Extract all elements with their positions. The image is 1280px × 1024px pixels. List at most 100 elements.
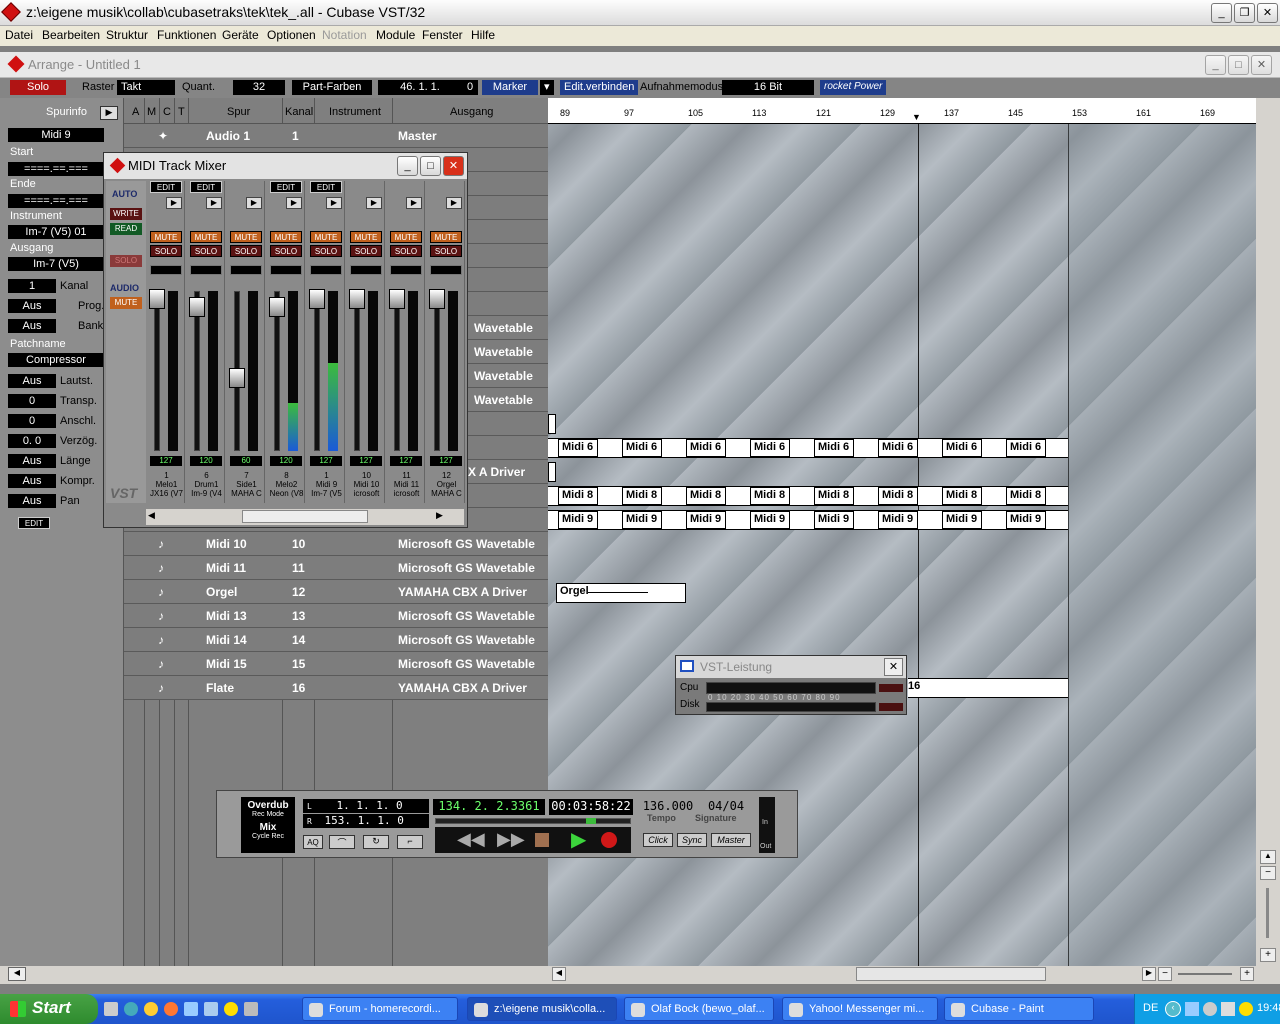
track-output[interactable]: Master (398, 129, 437, 143)
tray-expand-icon[interactable]: ‹ (1165, 1001, 1181, 1017)
taskbar-button[interactable]: Olaf Bock (bewo_olaf... (624, 997, 774, 1021)
track-output[interactable]: Microsoft GS Wavetable (398, 609, 535, 623)
part-midi9[interactable]: Midi 9 (686, 511, 726, 529)
strip-mute-button[interactable]: MUTE (270, 231, 302, 243)
aq-button[interactable]: AQ (303, 835, 323, 849)
quant-select[interactable]: 32 (233, 80, 285, 95)
track-output[interactable]: Wavetable (474, 369, 533, 383)
strip-edit-button[interactable]: EDIT (150, 181, 182, 193)
mixer-hscroll[interactable]: ◀ ▶ (146, 509, 464, 525)
sync-button[interactable]: Sync (677, 833, 707, 847)
taskbar-button[interactable]: Cubase - Paint (944, 997, 1094, 1021)
minimize-button[interactable]: _ (1211, 3, 1232, 23)
track-output[interactable]: Microsoft GS Wavetable (398, 537, 535, 551)
strip-edit-button[interactable]: EDIT (270, 181, 302, 193)
part-midi8[interactable]: Midi 8 (878, 487, 918, 505)
mixer-scroll-right-icon[interactable]: ▶ (436, 510, 443, 521)
position-display[interactable]: 46. 1. 1. (378, 80, 462, 95)
vst-close-button[interactable]: ✕ (884, 658, 903, 676)
pan-value[interactable]: Aus (8, 494, 56, 508)
strip-solo-button[interactable]: SOLO (310, 245, 342, 257)
track-name[interactable]: Midi 13 (206, 609, 247, 623)
edit-link-button[interactable]: Edit.verbinden (560, 80, 639, 95)
part-midi8[interactable]: Midi 8 (622, 487, 662, 505)
menu-struktur[interactable]: Struktur (106, 28, 148, 42)
strip-mute-button[interactable]: MUTE (310, 231, 342, 243)
position-slider[interactable] (435, 818, 631, 824)
strip-volume-value[interactable]: 127 (430, 456, 462, 466)
strip-volume-value[interactable]: 120 (270, 456, 302, 466)
track-name[interactable]: Orgel (206, 585, 237, 599)
strip-expand-icon[interactable]: ▶ (286, 197, 302, 209)
tray-network-icon[interactable] (1185, 1002, 1199, 1016)
master-button[interactable]: Master (711, 833, 751, 847)
restore-button[interactable]: ❐ (1234, 3, 1255, 23)
lautst-value[interactable]: Aus (8, 374, 56, 388)
strip-fader-handle[interactable] (149, 289, 165, 309)
solo-button[interactable]: Solo (10, 80, 66, 95)
strip-fader-handle[interactable] (229, 368, 245, 388)
position-slider-thumb[interactable] (586, 818, 596, 824)
strip-fader-handle[interactable] (349, 289, 365, 309)
transp-value[interactable]: 0 (8, 394, 56, 408)
hzoom-out-icon[interactable]: − (1158, 967, 1172, 981)
strip-fader-handle[interactable] (389, 289, 405, 309)
track-row[interactable]: ♪ Orgel 12 YAMAHA CBX A Driver (124, 580, 548, 604)
part-marker[interactable] (548, 462, 556, 482)
bank-value[interactable]: Aus (8, 319, 56, 333)
part-midi8[interactable]: Midi 8 (686, 487, 726, 505)
track-channel[interactable]: 14 (292, 633, 305, 647)
track-channel[interactable]: 13 (292, 609, 305, 623)
strip-mute-button[interactable]: MUTE (430, 231, 462, 243)
click-button[interactable]: Click (643, 833, 673, 847)
write-button[interactable]: WRITE (110, 208, 142, 220)
track-name[interactable]: Flate (206, 681, 234, 695)
part-midi8[interactable]: Midi 8 (1006, 487, 1046, 505)
part-midi6[interactable]: Midi 6 (814, 439, 854, 457)
track-row[interactable]: ♪ Midi 10 10 Microsoft GS Wavetable (124, 532, 548, 556)
strip-expand-icon[interactable]: ▶ (446, 197, 462, 209)
vzoom-slider[interactable] (1266, 888, 1269, 938)
song-time[interactable]: 00:03:58:22 (549, 799, 633, 815)
tempo-value[interactable]: 136.000 (639, 799, 697, 813)
info-output-value[interactable]: Im-7 (V5) (8, 257, 104, 271)
track-output[interactable]: Wavetable (474, 345, 533, 359)
left-locator-value[interactable]: 1. 1. 1. 0 (336, 799, 402, 812)
quicklaunch-app3-icon[interactable] (244, 1002, 258, 1016)
strip-pan-meter[interactable] (390, 265, 422, 275)
track-output[interactable]: Wavetable (474, 393, 533, 407)
strip-fader-track[interactable] (314, 291, 320, 451)
strip-expand-icon[interactable]: ▶ (166, 197, 182, 209)
quicklaunch-app-icon[interactable] (184, 1002, 198, 1016)
play-icon[interactable]: ▶ (571, 827, 586, 852)
strip-solo-button[interactable]: SOLO (190, 245, 222, 257)
marker-select[interactable]: Marker (482, 80, 538, 95)
quicklaunch-player-icon[interactable] (144, 1002, 158, 1016)
track-channel[interactable]: 12 (292, 585, 305, 599)
mix-label[interactable]: Mix (241, 822, 295, 833)
part-midi8[interactable]: Midi 8 (942, 487, 982, 505)
lange-value[interactable]: Aus (8, 454, 56, 468)
flate-part[interactable] (908, 678, 1068, 698)
strip-solo-button[interactable]: SOLO (390, 245, 422, 257)
strip-pan-meter[interactable] (310, 265, 342, 275)
vertical-scrollbar[interactable]: ▲ − + (1256, 98, 1280, 966)
menu-fenster[interactable]: Fenster (422, 28, 463, 42)
mixer-scroll-left-icon[interactable]: ◀ (148, 510, 155, 521)
punch-in-icon[interactable]: ⌒ (329, 835, 355, 849)
mute-global-button[interactable]: MUTE (110, 297, 142, 309)
mixer-maximize-button[interactable]: □ (420, 156, 441, 176)
part-midi9[interactable]: Midi 9 (558, 511, 598, 529)
strip-pan-meter[interactable] (350, 265, 382, 275)
strip-pan-meter[interactable] (230, 265, 262, 275)
strip-expand-icon[interactable]: ▶ (406, 197, 422, 209)
record-icon[interactable] (601, 832, 617, 848)
strip-fader-track[interactable] (434, 291, 440, 451)
strip-fader-track[interactable] (154, 291, 160, 451)
strip-edit-button[interactable]: EDIT (310, 181, 342, 193)
arrange-minimize-button[interactable]: _ (1205, 55, 1226, 75)
cycle-icon[interactable]: ↻ (363, 835, 389, 849)
read-button[interactable]: READ (110, 223, 142, 235)
track-name[interactable]: Audio 1 (206, 129, 250, 143)
mixer-close-button[interactable]: ✕ (443, 156, 464, 176)
